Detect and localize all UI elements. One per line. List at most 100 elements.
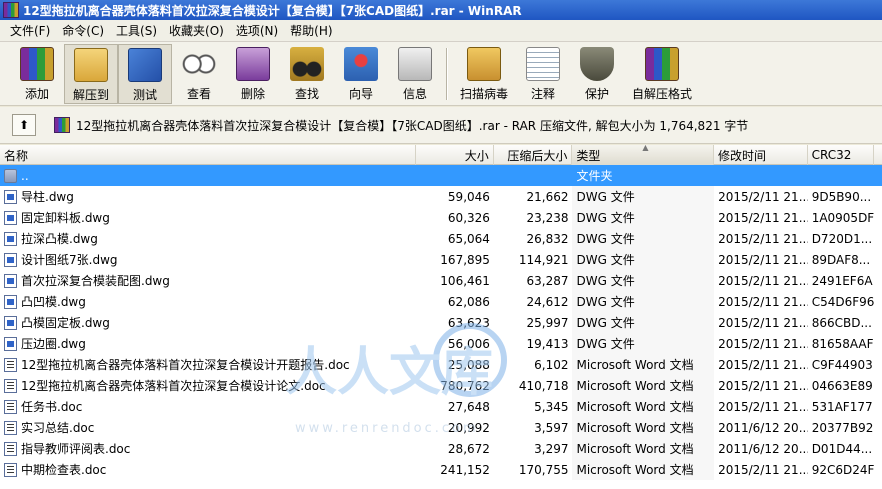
find-button[interactable]: 查找 <box>280 44 334 104</box>
dwg-file-icon <box>4 273 17 288</box>
file-type: Microsoft Word 文档 <box>572 396 715 417</box>
add-button[interactable]: 添加 <box>10 44 64 104</box>
row-filler <box>874 249 882 270</box>
row-filler <box>874 165 882 186</box>
menu-file[interactable]: 文件(F) <box>4 20 56 41</box>
menu-commands[interactable]: 命令(C) <box>56 20 110 41</box>
file-modified: 2015/2/11 21... <box>718 462 808 477</box>
column-header-packed[interactable]: 压缩后大小 <box>494 145 573 165</box>
file-modified: 2011/6/12 20... <box>718 420 808 435</box>
up-arrow-icon: ⬆ <box>18 118 30 132</box>
row-filler <box>874 291 882 312</box>
test-button[interactable]: 测试 <box>118 44 172 104</box>
file-type: DWG 文件 <box>572 186 715 207</box>
menu-favorites[interactable]: 收藏夹(O) <box>163 20 230 41</box>
file-row[interactable]: 设计图纸7张.dwg 167,895 114,921 DWG 文件 2015/2/11 … <box>0 249 882 270</box>
file-rows: .. 文件夹 导柱.dwg 59,046 21,662 DWG 文件 2015/2/11 2… <box>0 165 882 480</box>
file-name-cell: 压边圈.dwg <box>0 333 416 354</box>
row-filler <box>874 459 882 480</box>
file-packed-size <box>493 165 573 186</box>
view-glasses-icon <box>182 47 216 81</box>
menu-options[interactable]: 选项(N) <box>230 20 284 41</box>
file-name-cell: 凸模固定板.dwg <box>0 312 416 333</box>
file-modified: 2015/2/11 21... <box>718 378 808 393</box>
comment-button[interactable]: 注释 <box>516 44 570 104</box>
file-packed-size: 21,662 <box>526 189 569 204</box>
file-name-cell: 固定卸料板.dwg <box>0 207 416 228</box>
file-row[interactable]: 中期检查表.doc 241,152 170,755 Microsoft Word 文档… <box>0 459 882 480</box>
column-header-crc[interactable]: CRC32 <box>808 145 874 165</box>
file-row[interactable]: 导柱.dwg 59,046 21,662 DWG 文件 2015/2/11 21... 9… <box>0 186 882 207</box>
menu-help[interactable]: 帮助(H) <box>284 20 338 41</box>
view-button[interactable]: 查看 <box>172 44 226 104</box>
column-header-size[interactable]: 大小 <box>416 145 494 165</box>
file-size: 27,648 <box>447 399 490 414</box>
file-type: DWG 文件 <box>572 312 715 333</box>
file-name: 压边圈.dwg <box>21 337 86 351</box>
winrar-app-icon <box>3 2 19 18</box>
file-size <box>416 165 494 186</box>
file-row[interactable]: 凸模固定板.dwg 63,623 25,997 DWG 文件 2015/2/11 21.… <box>0 312 882 333</box>
sfx-archive-icon <box>645 47 679 81</box>
file-list[interactable]: 名称 大小 压缩后大小 类型 ▲ 修改时间 CRC32 .. 文件夹 导柱.dwg 5… <box>0 145 882 489</box>
file-row[interactable]: 凸凹模.dwg 62,086 24,612 DWG 文件 2015/2/11 21...… <box>0 291 882 312</box>
info-button[interactable]: 信息 <box>388 44 442 104</box>
file-row[interactable]: 首次拉深复合模装配图.dwg 106,461 63,287 DWG 文件 2015/2/… <box>0 270 882 291</box>
file-size: 106,461 <box>440 273 490 288</box>
file-row[interactable]: 12型拖拉机离合器壳体落料首次拉深复合模设计开题报告.doc 25,088 6,10… <box>0 354 882 375</box>
file-row[interactable]: 12型拖拉机离合器壳体落料首次拉深复合模设计论文.doc 780,762 410,7… <box>0 375 882 396</box>
up-folder-button[interactable]: ⬆ <box>12 114 36 136</box>
file-row[interactable]: 指导教师评阅表.doc 28,672 3,297 Microsoft Word 文档 2… <box>0 438 882 459</box>
file-packed-size: 23,238 <box>526 210 569 225</box>
word-doc-icon <box>4 399 17 414</box>
file-crc: 866CBD... <box>811 315 872 330</box>
sfx-button[interactable]: 自解压格式 <box>624 44 700 104</box>
delete-button[interactable]: 删除 <box>226 44 280 104</box>
protect-button[interactable]: 保护 <box>570 44 624 104</box>
menu-tools[interactable]: 工具(S) <box>110 20 163 41</box>
virus-scan-button[interactable]: 扫描病毒 <box>452 44 516 104</box>
wizard-button[interactable]: 向导 <box>334 44 388 104</box>
column-header-type[interactable]: 类型 ▲ <box>572 145 714 165</box>
column-header-name[interactable]: 名称 <box>0 145 417 165</box>
file-row[interactable]: 任务书.doc 27,648 5,345 Microsoft Word 文档 2015/… <box>0 396 882 417</box>
file-name: .. <box>21 168 29 183</box>
file-crc: 81658AAF <box>811 336 874 351</box>
shield-icon <box>580 47 614 81</box>
archive-path-text: 12型拖拉机离合器壳体落料首次拉深复合模设计【复合模】【7张CAD图纸】.rar… <box>76 118 749 133</box>
file-row[interactable]: 固定卸料板.dwg 60,326 23,238 DWG 文件 2015/2/11 21.… <box>0 207 882 228</box>
row-filler <box>874 186 882 207</box>
file-name: 指导教师评阅表.doc <box>21 442 131 456</box>
file-size: 62,086 <box>447 294 490 309</box>
file-modified: 2011/6/12 20... <box>718 441 808 456</box>
file-name: 首次拉深复合模装配图.dwg <box>21 274 170 288</box>
file-name: 12型拖拉机离合器壳体落料首次拉深复合模设计开题报告.doc <box>21 358 350 372</box>
file-row[interactable]: 实习总结.doc 20,992 3,597 Microsoft Word 文档 2011… <box>0 417 882 438</box>
extract-to-button[interactable]: 解压到 <box>64 44 118 104</box>
file-name-cell: 设计图纸7张.dwg <box>0 249 416 270</box>
toolbar-separator <box>446 48 448 100</box>
file-size: 60,326 <box>447 210 490 225</box>
file-type: DWG 文件 <box>572 249 715 270</box>
parent-folder-row[interactable]: .. 文件夹 <box>0 165 882 186</box>
file-crc: C54D6F96 <box>811 294 875 309</box>
column-header-type-label: 类型 <box>576 148 601 163</box>
file-row[interactable]: 压边圈.dwg 56,006 19,413 DWG 文件 2015/2/11 21...… <box>0 333 882 354</box>
column-header-row: 名称 大小 压缩后大小 类型 ▲ 修改时间 CRC32 <box>0 145 882 165</box>
word-doc-icon <box>4 357 17 372</box>
file-packed-size: 63,287 <box>526 273 569 288</box>
dwg-file-icon <box>4 294 17 309</box>
binoculars-icon <box>290 47 324 81</box>
file-name-cell: 导柱.dwg <box>0 186 416 207</box>
column-header-modified[interactable]: 修改时间 <box>714 145 808 165</box>
file-packed-size: 25,997 <box>526 315 569 330</box>
file-modified: 2015/2/11 21... <box>718 210 808 225</box>
archive-path-field[interactable]: 12型拖拉机离合器壳体落料首次拉深复合模设计【复合模】【7张CAD图纸】.rar… <box>54 114 882 136</box>
file-name-cell: 任务书.doc <box>0 396 416 417</box>
info-icon <box>398 47 432 81</box>
file-type: Microsoft Word 文档 <box>572 417 715 438</box>
file-size: 65,064 <box>447 231 490 246</box>
extract-folder-icon <box>74 48 108 82</box>
toolbar: 添加 解压到 测试 查看 删除 查找 向导 信息 扫描病毒 注释 保护 自解压格… <box>0 42 882 106</box>
file-row[interactable]: 拉深凸模.dwg 65,064 26,832 DWG 文件 2015/2/11 21..… <box>0 228 882 249</box>
